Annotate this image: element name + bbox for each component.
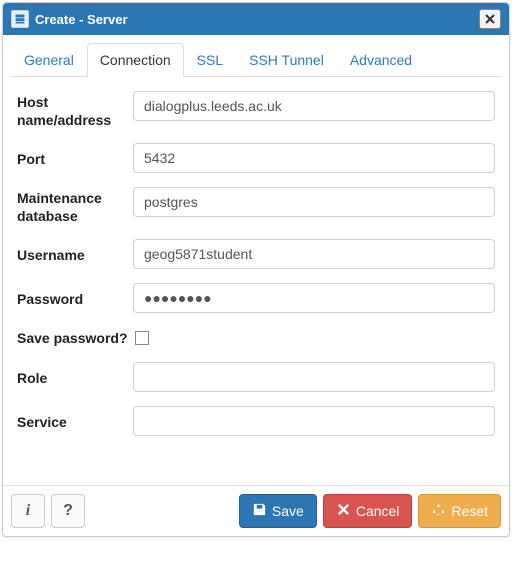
reset-button-label: Reset — [451, 503, 488, 519]
tab-bar: General Connection SSL SSH Tunnel Advanc… — [11, 43, 501, 77]
info-icon: i — [26, 502, 30, 520]
password-input[interactable] — [133, 283, 495, 313]
maintenance-db-input[interactable] — [133, 187, 495, 217]
save-password-label: Save password? — [17, 327, 133, 348]
port-input[interactable] — [133, 143, 495, 173]
reset-button[interactable]: Reset — [418, 494, 501, 528]
save-password-checkbox[interactable] — [135, 331, 149, 345]
dialog-title: Create - Server — [35, 12, 479, 27]
host-input[interactable] — [133, 91, 495, 121]
password-label: Password — [17, 288, 133, 309]
host-label: Host name/address — [17, 91, 133, 129]
tab-advanced[interactable]: Advanced — [337, 43, 425, 77]
tab-ssh-tunnel[interactable]: SSH Tunnel — [236, 43, 337, 77]
maintenance-db-label: Maintenance database — [17, 187, 133, 225]
titlebar: Create - Server — [3, 3, 509, 35]
save-button-label: Save — [272, 503, 304, 519]
close-icon — [336, 502, 351, 520]
create-server-dialog: Create - Server General Connection SSL S… — [2, 2, 510, 537]
service-input[interactable] — [133, 406, 495, 436]
role-input[interactable] — [133, 362, 495, 392]
service-label: Service — [17, 411, 133, 432]
save-button[interactable]: Save — [239, 494, 317, 528]
dialog-body: General Connection SSL SSH Tunnel Advanc… — [3, 35, 509, 485]
cancel-button[interactable]: Cancel — [323, 494, 413, 528]
server-icon — [11, 10, 29, 28]
username-label: Username — [17, 244, 133, 265]
help-button[interactable]: ? — [51, 494, 85, 528]
tab-ssl[interactable]: SSL — [184, 43, 236, 77]
cancel-button-label: Cancel — [356, 503, 400, 519]
connection-form: Host name/address Port Maintenance datab… — [11, 83, 501, 479]
username-input[interactable] — [133, 239, 495, 269]
save-icon — [252, 502, 267, 520]
port-label: Port — [17, 148, 133, 169]
close-button[interactable] — [479, 9, 501, 29]
info-button[interactable]: i — [11, 494, 45, 528]
tab-connection[interactable]: Connection — [87, 43, 184, 77]
recycle-icon — [431, 502, 446, 520]
help-icon: ? — [63, 502, 73, 520]
role-label: Role — [17, 367, 133, 388]
dialog-footer: i ? Save Cancel Reset — [3, 485, 509, 536]
tab-general[interactable]: General — [11, 43, 87, 77]
